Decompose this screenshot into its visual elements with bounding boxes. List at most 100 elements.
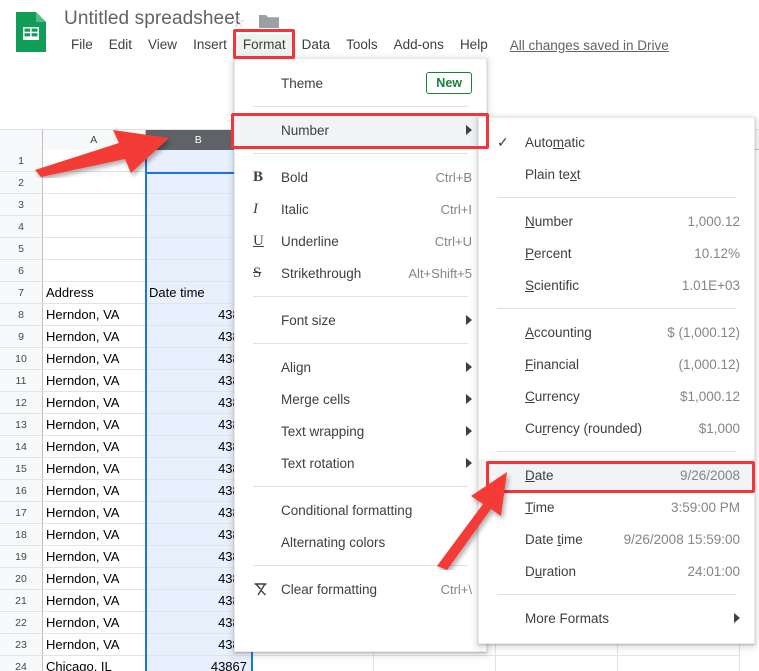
menu-view[interactable]: View <box>141 34 184 56</box>
menu-item-conditional-formatting[interactable]: Conditional formatting <box>235 494 486 526</box>
cell-F24[interactable] <box>618 656 740 671</box>
cell-a13[interactable]: Herndon, VA <box>43 414 146 436</box>
row-header[interactable]: 20 <box>0 568 43 590</box>
row-header[interactable]: 15 <box>0 458 43 480</box>
row-header[interactable]: 9 <box>0 326 43 348</box>
cell-a17[interactable]: Herndon, VA <box>43 502 146 524</box>
menu-help[interactable]: Help <box>453 34 495 56</box>
row-header[interactable]: 1 <box>0 150 43 172</box>
cell-a1[interactable] <box>43 150 146 172</box>
save-status-label[interactable]: All changes saved in Drive <box>510 38 669 53</box>
cell-a19[interactable]: Herndon, VA <box>43 546 146 568</box>
menu-item-label: Currency (rounded) <box>525 421 642 436</box>
menu-item-align[interactable]: Align <box>235 351 486 383</box>
cell-a6[interactable] <box>43 260 146 282</box>
cell-a10[interactable]: Herndon, VA <box>43 348 146 370</box>
row-header[interactable]: 22 <box>0 612 43 634</box>
menu-edit[interactable]: Edit <box>102 34 139 56</box>
cell-C24[interactable] <box>252 656 374 671</box>
cell-a18[interactable]: Herndon, VA <box>43 524 146 546</box>
row-header[interactable]: 16 <box>0 480 43 502</box>
menu-item-currency[interactable]: Currency$1,000.12 <box>479 380 754 412</box>
menu-item-strikethrough[interactable]: SStrikethroughAlt+Shift+5 <box>235 257 486 289</box>
menu-item-clear-formatting[interactable]: Clear formattingCtrl+\ <box>235 573 486 605</box>
row-header[interactable]: 21 <box>0 590 43 612</box>
row-header[interactable]: 8 <box>0 304 43 326</box>
menu-item-scientific[interactable]: Scientific1.01E+03 <box>479 269 754 301</box>
menu-item-text-wrapping[interactable]: Text wrapping <box>235 415 486 447</box>
menu-item-merge-cells[interactable]: Merge cells <box>235 383 486 415</box>
folder-icon[interactable] <box>258 12 280 30</box>
row-header[interactable]: 24 <box>0 656 43 671</box>
menu-format[interactable]: Format <box>236 34 293 56</box>
row-header[interactable]: 23 <box>0 634 43 656</box>
menu-item-time[interactable]: Time3:59:00 PM <box>479 491 754 523</box>
cell-a2[interactable] <box>43 172 146 194</box>
menu-item-accounting[interactable]: Accounting$ (1,000.12) <box>479 316 754 348</box>
row-header[interactable]: 11 <box>0 370 43 392</box>
row-header[interactable]: 6 <box>0 260 43 282</box>
cell-a22[interactable]: Herndon, VA <box>43 612 146 634</box>
cell-b24[interactable]: 43867 <box>146 656 252 671</box>
cell-a5[interactable] <box>43 238 146 260</box>
google-sheets-logo-icon[interactable] <box>14 10 48 54</box>
menu-item-percent[interactable]: Percent10.12% <box>479 237 754 269</box>
menu-tools[interactable]: Tools <box>339 34 385 56</box>
menu-item-font-size[interactable]: Font size <box>235 304 486 336</box>
menu-item-number[interactable]: Number <box>235 114 486 146</box>
row-header[interactable]: 17 <box>0 502 43 524</box>
row-header[interactable]: 18 <box>0 524 43 546</box>
row-header[interactable]: 19 <box>0 546 43 568</box>
row-header[interactable]: 10 <box>0 348 43 370</box>
menu-file[interactable]: File <box>64 34 100 56</box>
row-header[interactable]: 7 <box>0 282 43 304</box>
menu-item-date-time[interactable]: Date time9/26/2008 15:59:00 <box>479 523 754 555</box>
select-all-corner[interactable] <box>0 130 43 150</box>
row-header[interactable]: 2 <box>0 172 43 194</box>
row-header[interactable]: 3 <box>0 194 43 216</box>
cell-a15[interactable]: Herndon, VA <box>43 458 146 480</box>
cell-a4[interactable] <box>43 216 146 238</box>
menu-item-date[interactable]: Date9/26/2008 <box>479 459 754 491</box>
menu-item-label: Plain text <box>525 167 581 182</box>
cell-D24[interactable] <box>374 656 496 671</box>
cell-a24[interactable]: Chicago, IL <box>43 656 146 671</box>
cell-a14[interactable]: Herndon, VA <box>43 436 146 458</box>
menu-item-duration[interactable]: Duration24:01:00 <box>479 555 754 587</box>
menu-item-bold[interactable]: BBoldCtrl+B <box>235 161 486 193</box>
cell-a20[interactable]: Herndon, VA <box>43 568 146 590</box>
cell-a23[interactable]: Herndon, VA <box>43 634 146 656</box>
menu-item-financial[interactable]: Financial(1,000.12) <box>479 348 754 380</box>
menu-item-text-rotation[interactable]: Text rotation <box>235 447 486 479</box>
menu-insert[interactable]: Insert <box>186 34 234 56</box>
menu-item-alternating-colors[interactable]: Alternating colors <box>235 526 486 558</box>
cell-a12[interactable]: Herndon, VA <box>43 392 146 414</box>
row-header[interactable]: 13 <box>0 414 43 436</box>
cell-a16[interactable]: Herndon, VA <box>43 480 146 502</box>
cell-a7[interactable]: Address <box>43 282 146 304</box>
row-header[interactable]: 4 <box>0 216 43 238</box>
row-header[interactable]: 14 <box>0 436 43 458</box>
page-title[interactable]: Untitled spreadsheet <box>64 8 240 30</box>
menu-item-plain-text[interactable]: Plain text <box>479 158 754 190</box>
menu-data[interactable]: Data <box>295 34 338 56</box>
menu-item-underline[interactable]: UUnderlineCtrl+U <box>235 225 486 257</box>
cell-a8[interactable]: Herndon, VA <box>43 304 146 326</box>
cell-a11[interactable]: Herndon, VA <box>43 370 146 392</box>
cell-a3[interactable] <box>43 194 146 216</box>
menu-item-italic[interactable]: IItalicCtrl+I <box>235 193 486 225</box>
menu-item-automatic[interactable]: ✓Automatic <box>479 126 754 158</box>
column-header-a[interactable]: A <box>43 130 146 150</box>
row-header[interactable]: 12 <box>0 392 43 414</box>
menu-item-more-formats[interactable]: More Formats <box>479 602 754 634</box>
menu-item-theme[interactable]: ThemeNew <box>235 67 486 99</box>
menu-addons[interactable]: Add-ons <box>387 34 451 56</box>
cell-a21[interactable]: Herndon, VA <box>43 590 146 612</box>
menu-item-number[interactable]: Number1,000.12 <box>479 205 754 237</box>
cell-E24[interactable] <box>496 656 618 671</box>
menu-bar: File Edit View Insert Format Data Tools … <box>64 33 669 57</box>
row-header[interactable]: 5 <box>0 238 43 260</box>
star-outline-icon[interactable]: ☆ <box>232 13 245 31</box>
cell-a9[interactable]: Herndon, VA <box>43 326 146 348</box>
menu-item-currency-rounded-[interactable]: Currency (rounded)$1,000 <box>479 412 754 444</box>
